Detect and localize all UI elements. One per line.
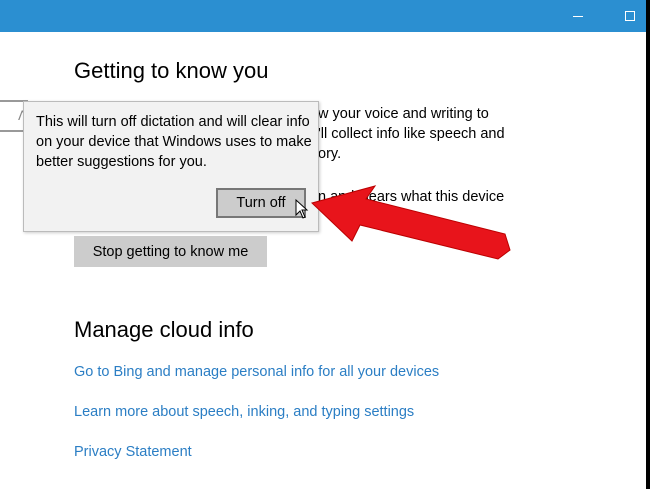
mouse-cursor-icon — [295, 198, 309, 219]
arrow-icon — [311, 185, 511, 260]
red-arrow-annotation — [295, 185, 511, 260]
